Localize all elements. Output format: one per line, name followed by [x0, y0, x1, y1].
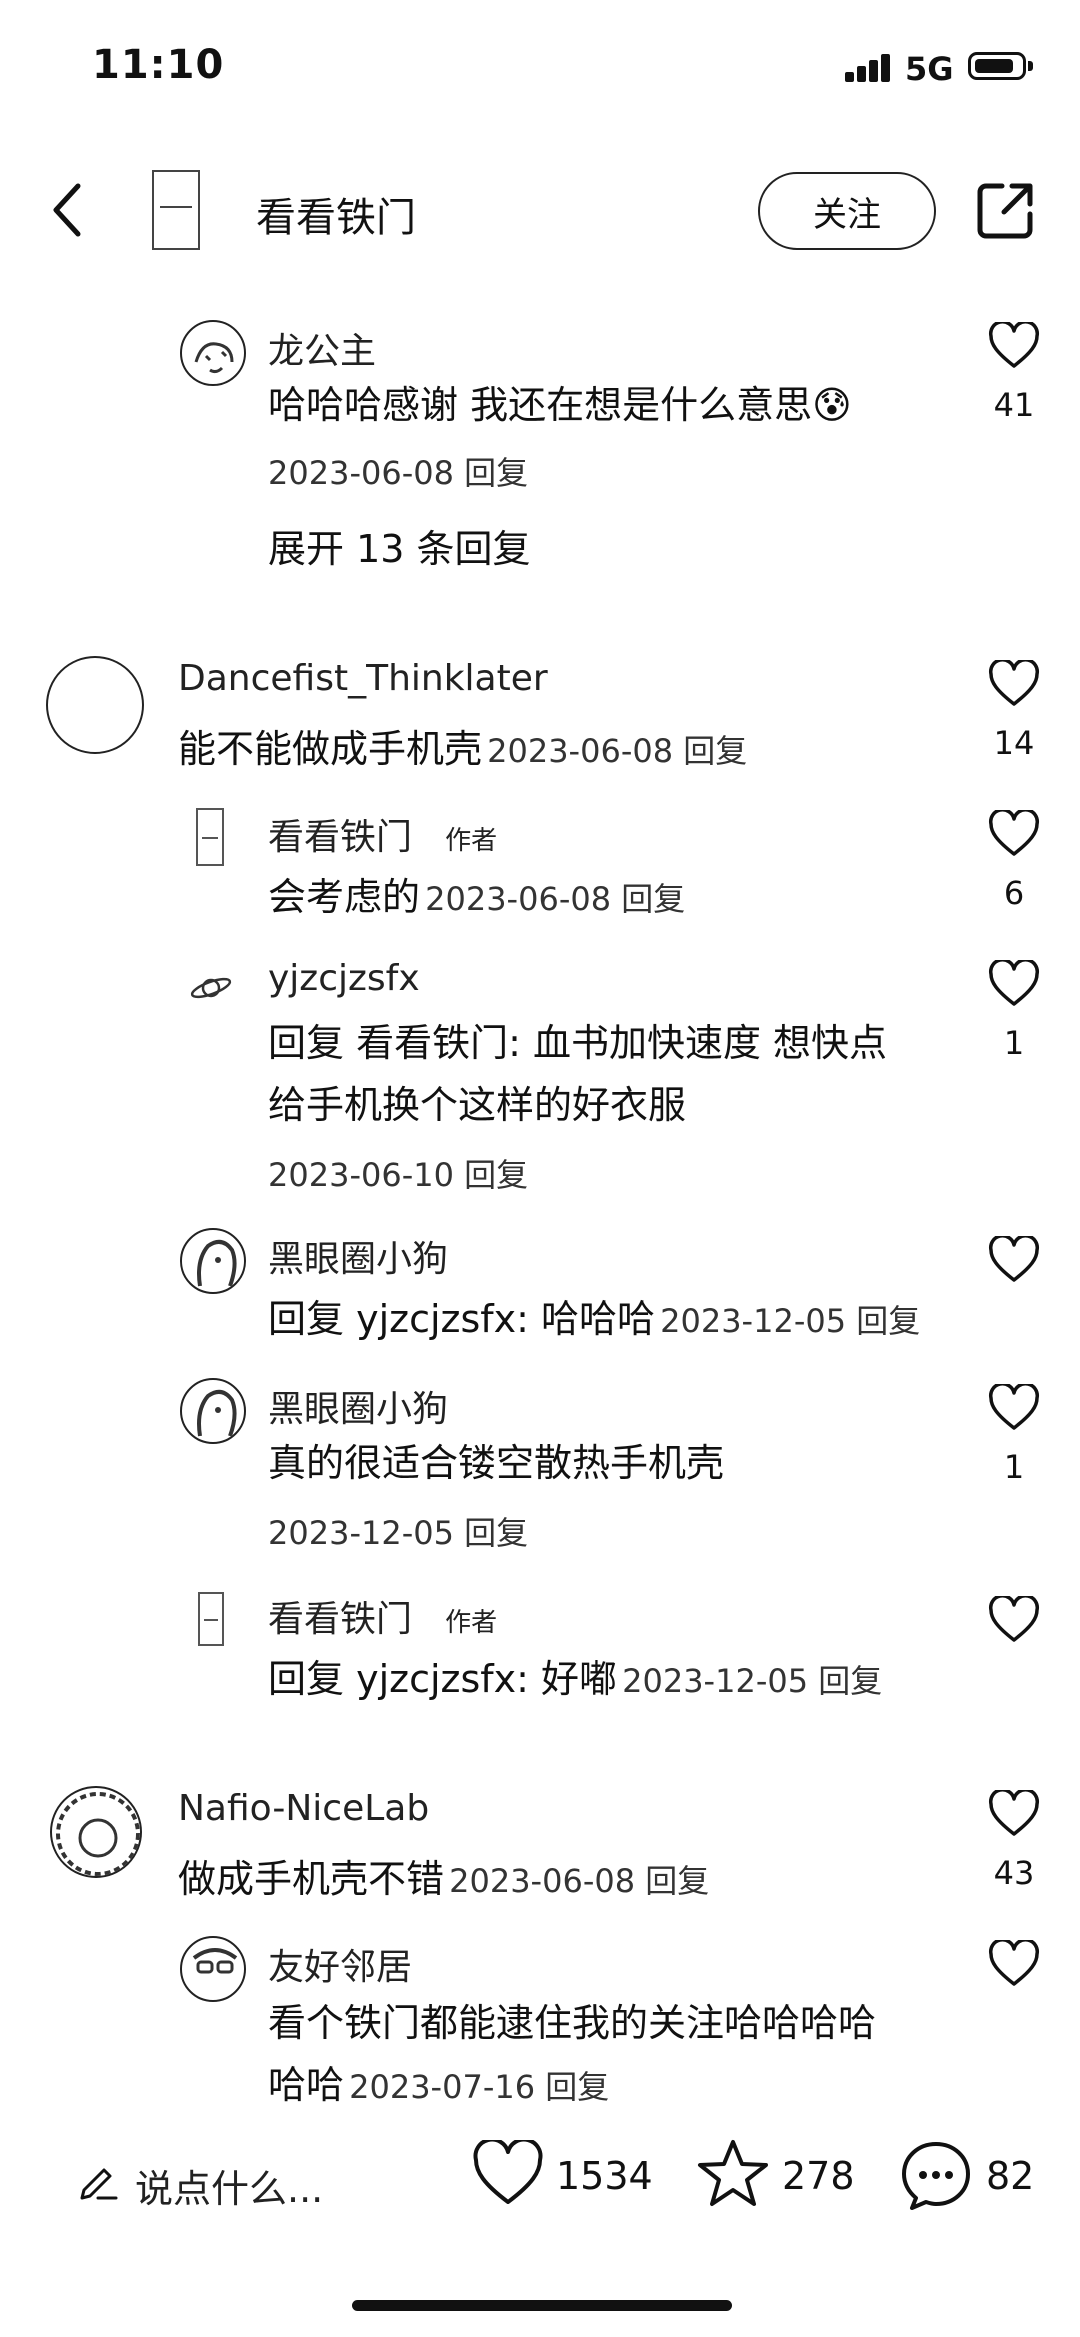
- comment-author[interactable]: yjzcjzsfx: [268, 958, 420, 999]
- comment-date-reply[interactable]: 2023-06-08 回复: [268, 448, 528, 494]
- heart-icon[interactable]: [988, 960, 1040, 1008]
- pencil-icon[interactable]: [78, 2160, 118, 2200]
- follow-button[interactable]: 关注: [758, 172, 936, 250]
- comment-line: 会考虑的 2023-06-08 回复: [268, 866, 685, 928]
- author-avatar[interactable]: [152, 170, 200, 250]
- comment-line: 能不能做成手机壳 2023-06-08 回复: [178, 718, 747, 780]
- comment-line: 回复 yjzcjzsfx: 好嘟 2023-12-05 回复: [268, 1648, 882, 1710]
- like-count: 1: [1003, 1024, 1025, 1062]
- comment-text: 回复 yjzcjzsfx: 哈哈哈: [268, 1297, 656, 1341]
- comment-line: 哈哈 2023-07-16 回复: [268, 2054, 609, 2116]
- heart-icon[interactable]: [988, 1236, 1040, 1284]
- comment-line: 做成手机壳不错 2023-06-08 回复: [178, 1848, 709, 1910]
- comment-text: 回复 看看铁门: 血书加快速度 想快点: [268, 1021, 888, 1065]
- comment-text: 做成手机壳不错: [178, 1857, 445, 1901]
- avatar[interactable]: [50, 1786, 142, 1878]
- author-name[interactable]: 看看铁门: [256, 185, 416, 243]
- avatar[interactable]: [180, 320, 246, 386]
- comment-text: 哈哈哈感谢 我还在想是什么意思😰: [268, 383, 852, 427]
- expand-replies-link[interactable]: 展开 13 条回复: [268, 518, 531, 573]
- avatar[interactable]: [198, 1592, 224, 1646]
- comment-author[interactable]: Nafio-NiceLab: [178, 1788, 429, 1829]
- avatar[interactable]: [180, 1936, 246, 2002]
- heart-icon[interactable]: [988, 322, 1040, 370]
- comment-text: 真的很适合镂空散热手机壳: [268, 1441, 725, 1485]
- heart-icon[interactable]: [988, 810, 1040, 858]
- avatar[interactable]: [180, 1228, 246, 1294]
- heart-icon[interactable]: [988, 1790, 1040, 1838]
- comment-date-reply[interactable]: 2023-12-05 回复: [660, 1302, 920, 1340]
- comment-date-reply[interactable]: 2023-06-08 回复: [425, 880, 685, 918]
- comment-bubble-icon[interactable]: [900, 2140, 972, 2210]
- comment-text-line2: 哈哈: [268, 2063, 345, 2107]
- comment-date-reply[interactable]: 2023-07-16 回复: [349, 2068, 609, 2106]
- like-count: 6: [1003, 874, 1025, 912]
- comment-date-reply[interactable]: 2023-06-10 回复: [268, 1150, 528, 1196]
- like-count: 1: [1003, 1448, 1025, 1486]
- like-icon[interactable]: [472, 2140, 544, 2206]
- like-count: 14: [993, 724, 1035, 762]
- comment-text: 看个铁门都能逮住我的关注哈哈哈哈: [268, 2001, 877, 2045]
- comment-text: 会考虑的: [268, 875, 421, 919]
- back-icon[interactable]: [48, 180, 88, 240]
- network-label: 5G: [905, 50, 954, 88]
- author-badge: 作者: [445, 1608, 498, 1638]
- planet-avatar-icon[interactable]: [188, 972, 234, 1004]
- comment-header: 看看铁门 作者: [268, 808, 497, 860]
- avatar[interactable]: [46, 656, 144, 754]
- comment-author[interactable]: 看看铁门: [268, 1599, 412, 1640]
- star-icon[interactable]: [696, 2138, 770, 2208]
- comment-date-reply[interactable]: 2023-12-05 回复: [268, 1508, 528, 1554]
- comment-text: 回复 yjzcjzsfx: 好嘟: [268, 1657, 618, 1701]
- signal-icon: [845, 52, 891, 82]
- star-count: 278: [782, 2154, 855, 2198]
- share-icon[interactable]: [976, 180, 1036, 240]
- like-count: 1534: [556, 2154, 653, 2198]
- heart-icon[interactable]: [988, 1384, 1040, 1432]
- comment-date-reply[interactable]: 2023-06-08 回复: [449, 1862, 709, 1900]
- like-count: 43: [993, 1854, 1035, 1892]
- comment-count: 82: [986, 2154, 1035, 2198]
- comment-input[interactable]: 说点什么...: [135, 2158, 323, 2213]
- heart-icon[interactable]: [988, 1596, 1040, 1644]
- comment-author[interactable]: 黑眼圈小狗: [268, 1380, 448, 1432]
- battery-tip: [1028, 61, 1033, 71]
- comment-author[interactable]: 龙公主: [268, 322, 376, 374]
- comment-author[interactable]: 看看铁门: [268, 817, 412, 858]
- comment-author[interactable]: 友好邻居: [268, 1938, 412, 1990]
- comment-author[interactable]: 黑眼圈小狗: [268, 1230, 448, 1282]
- like-count: 41: [993, 386, 1035, 424]
- heart-icon[interactable]: [988, 1940, 1040, 1988]
- comment-text-line2: 给手机换个这样的好衣服: [268, 1083, 687, 1127]
- avatar[interactable]: [196, 808, 224, 866]
- battery-icon: [968, 52, 1026, 80]
- author-badge: 作者: [445, 826, 498, 856]
- comment-date-reply[interactable]: 2023-12-05 回复: [622, 1662, 882, 1700]
- heart-icon[interactable]: [988, 660, 1040, 708]
- avatar[interactable]: [180, 1378, 246, 1444]
- comment-text: 能不能做成手机壳: [178, 727, 483, 771]
- status-time: 11:10: [92, 42, 225, 88]
- comment-header: 看看铁门 作者: [268, 1590, 497, 1642]
- comment-line: 回复 yjzcjzsfx: 哈哈哈 2023-12-05 回复: [268, 1288, 920, 1350]
- comment-author[interactable]: Dancefist_Thinklater: [178, 658, 548, 699]
- comment-date-reply[interactable]: 2023-06-08 回复: [487, 732, 747, 770]
- home-indicator[interactable]: [352, 2300, 732, 2311]
